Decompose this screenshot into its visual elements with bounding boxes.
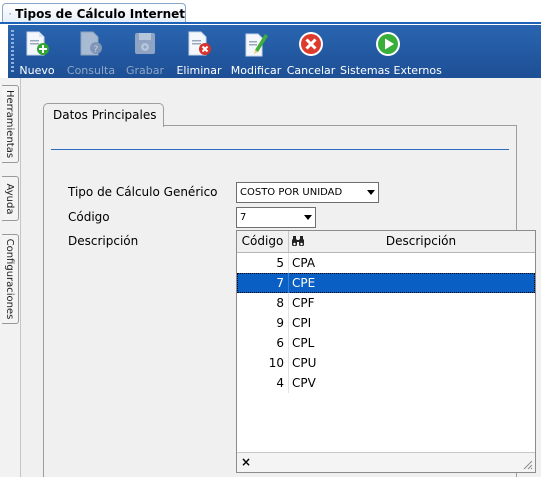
row-codigo: 5 bbox=[276, 256, 284, 270]
toolbar: Nuevo ? Consulta Grabar Eliminar Modific… bbox=[8, 25, 541, 78]
delete-document-icon bbox=[188, 31, 211, 56]
cell-separator bbox=[288, 313, 289, 333]
cancel-button-label: Cancelar bbox=[286, 64, 336, 77]
tab-strip-line bbox=[0, 22, 541, 24]
descripcion-label: Descripción bbox=[68, 234, 139, 248]
side-tab-strip: Herramientas Ayuda Configuraciones bbox=[0, 78, 21, 477]
save-disk-icon bbox=[135, 33, 155, 54]
save-button-label: Grabar bbox=[125, 64, 165, 77]
delete-button[interactable]: Eliminar bbox=[176, 25, 222, 78]
app-logo-icon bbox=[9, 12, 12, 15]
cancel-button[interactable]: Cancelar bbox=[286, 25, 336, 78]
row-codigo: 6 bbox=[276, 336, 284, 350]
window-tab-title: Tipos de Cálculo Internet bbox=[15, 6, 185, 21]
table-row[interactable]: 6 CPL bbox=[237, 333, 535, 353]
table-row[interactable]: 10 CPU bbox=[237, 353, 535, 373]
grid-rows: 5 CPA 7 CPE 8 CPF 9 CPI 6 CPL 10 CPU 4 C… bbox=[237, 253, 535, 393]
play-circle-icon bbox=[376, 32, 400, 56]
row-codigo: 10 bbox=[268, 356, 284, 370]
query-button[interactable]: ? Consulta bbox=[62, 25, 120, 78]
chevron-down-icon[interactable] bbox=[301, 208, 315, 227]
tipo-calculo-select[interactable]: COSTO POR UNIDAD bbox=[236, 182, 379, 203]
row-codigo: 9 bbox=[276, 316, 284, 330]
new-button-label: Nuevo bbox=[19, 64, 55, 77]
row-descripcion: CPV bbox=[292, 376, 316, 390]
row-descripcion: CPE bbox=[292, 276, 316, 290]
external-systems-button[interactable]: Sistemas Externos bbox=[340, 25, 442, 78]
row-descripcion: CPL bbox=[292, 336, 315, 350]
codigo-dropdown-grid: Código Descripción 5 CPA 7 CPE 8 CPF 9 C… bbox=[236, 230, 536, 473]
table-row[interactable]: 8 CPF bbox=[237, 293, 535, 313]
query-document-icon: ? bbox=[80, 31, 102, 56]
side-tab-settings[interactable]: Configuraciones bbox=[2, 234, 19, 324]
table-row[interactable]: 4 CPV bbox=[237, 373, 535, 393]
row-descripcion: CPF bbox=[292, 296, 315, 310]
tipo-calculo-value: COSTO POR UNIDAD bbox=[240, 187, 343, 198]
chevron-down-icon[interactable] bbox=[364, 183, 378, 202]
cell-separator bbox=[288, 353, 289, 373]
edit-document-icon bbox=[245, 33, 268, 57]
save-button[interactable]: Grabar bbox=[124, 25, 166, 78]
side-tab-tools[interactable]: Herramientas bbox=[2, 85, 19, 163]
binoculars-icon[interactable] bbox=[291, 235, 305, 247]
row-codigo: 8 bbox=[276, 296, 284, 310]
row-descripcion: CPU bbox=[292, 356, 317, 370]
cell-separator bbox=[288, 273, 289, 293]
grid-footer: × bbox=[237, 452, 535, 472]
codigo-label: Código bbox=[68, 210, 110, 224]
codigo-value: 7 bbox=[240, 212, 247, 223]
cell-separator bbox=[288, 253, 289, 273]
column-header-descripcion[interactable]: Descripción bbox=[307, 231, 535, 252]
tab-datos-principales-label: Datos Principales bbox=[53, 108, 157, 122]
svg-text:?: ? bbox=[94, 45, 99, 55]
external-systems-button-label: Sistemas Externos bbox=[340, 64, 442, 77]
column-header-codigo[interactable]: Código bbox=[237, 231, 289, 252]
delete-button-label: Eliminar bbox=[176, 64, 222, 77]
row-descripcion: CPA bbox=[292, 256, 316, 270]
grid-header: Código Descripción bbox=[237, 231, 535, 253]
side-tab-settings-label: Configuraciones bbox=[4, 238, 15, 320]
table-row-selected[interactable]: 7 CPE bbox=[237, 273, 535, 293]
row-descripcion: CPI bbox=[292, 316, 312, 330]
row-codigo: 7 bbox=[276, 276, 284, 290]
edit-button[interactable]: Modificar bbox=[230, 25, 282, 78]
new-button[interactable]: Nuevo bbox=[16, 25, 58, 78]
table-row[interactable]: 5 CPA bbox=[237, 253, 535, 273]
edit-button-label: Modificar bbox=[230, 64, 282, 77]
toolbar-grip[interactable] bbox=[11, 30, 14, 74]
cell-separator bbox=[288, 293, 289, 313]
cell-separator bbox=[288, 333, 289, 353]
tab-datos-principales[interactable]: Datos Principales bbox=[43, 103, 164, 127]
side-tab-help[interactable]: Ayuda bbox=[2, 176, 19, 221]
side-tab-tools-label: Herramientas bbox=[4, 89, 15, 159]
query-button-label: Consulta bbox=[66, 64, 116, 77]
close-icon[interactable]: × bbox=[241, 455, 251, 469]
row-codigo: 4 bbox=[276, 376, 284, 390]
codigo-select[interactable]: 7 bbox=[236, 207, 316, 228]
window-tab[interactable]: Tipos de Cálculo Internet bbox=[2, 3, 186, 23]
section-divider bbox=[51, 149, 509, 150]
tipo-calculo-label: Tipo de Cálculo Genérico bbox=[68, 185, 218, 199]
new-document-icon bbox=[26, 31, 49, 56]
cell-separator bbox=[288, 373, 289, 393]
resize-grip-icon[interactable] bbox=[521, 458, 533, 470]
table-row[interactable]: 9 CPI bbox=[237, 313, 535, 333]
cancel-circle-icon bbox=[299, 32, 323, 56]
side-tab-help-label: Ayuda bbox=[4, 183, 15, 214]
